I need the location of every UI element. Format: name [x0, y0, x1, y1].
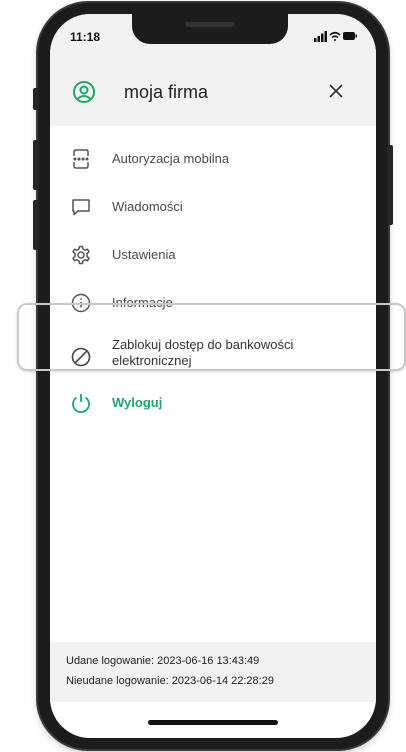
status-bar: 11:18 [50, 14, 376, 64]
user-circle-icon [72, 80, 96, 104]
volume-down-button [33, 200, 39, 250]
menu-item-label: Autoryzacja mobilna [112, 151, 230, 166]
menu-header: moja firma [50, 64, 376, 126]
power-icon [70, 392, 92, 414]
notch-speaker [185, 22, 235, 27]
phone-screen: 11:18 moja firma Autoryzacja mobilna Wia… [50, 14, 376, 738]
login-info-footer: Udane logowanie: 2023-06-16 13:43:49 Nie… [50, 642, 376, 702]
mobile-authorization-icon [70, 148, 92, 170]
home-indicator[interactable] [148, 720, 278, 725]
mute-switch [33, 88, 39, 110]
close-button[interactable] [322, 79, 350, 107]
menu-item-mobile-authorization[interactable]: Autoryzacja mobilna [50, 136, 376, 182]
close-icon [329, 83, 343, 103]
notch [132, 14, 288, 44]
last-failed-login: Nieudane logowanie: 2023-06-14 22:28:29 [66, 675, 274, 687]
signal-icon [314, 31, 327, 42]
wifi-icon [329, 31, 341, 41]
power-button [387, 145, 393, 225]
menu-item-label: Ustawienia [112, 247, 176, 262]
highlight-frame [17, 303, 406, 371]
menu-item-label: Wiadomości [112, 199, 183, 214]
menu-item-messages[interactable]: Wiadomości [50, 184, 376, 230]
status-icons [314, 30, 358, 42]
volume-up-button [33, 140, 39, 190]
gear-icon [70, 244, 92, 266]
menu-item-settings[interactable]: Ustawienia [50, 232, 376, 278]
menu-item-logout[interactable]: Wyloguj [50, 384, 376, 430]
menu-item-label: Wyloguj [112, 395, 163, 410]
battery-icon [343, 32, 357, 40]
company-title: moja firma [124, 82, 209, 102]
last-successful-login: Udane logowanie: 2023-06-16 13:43:49 [66, 655, 260, 667]
message-icon [70, 196, 92, 218]
status-time: 11:18 [70, 30, 101, 44]
